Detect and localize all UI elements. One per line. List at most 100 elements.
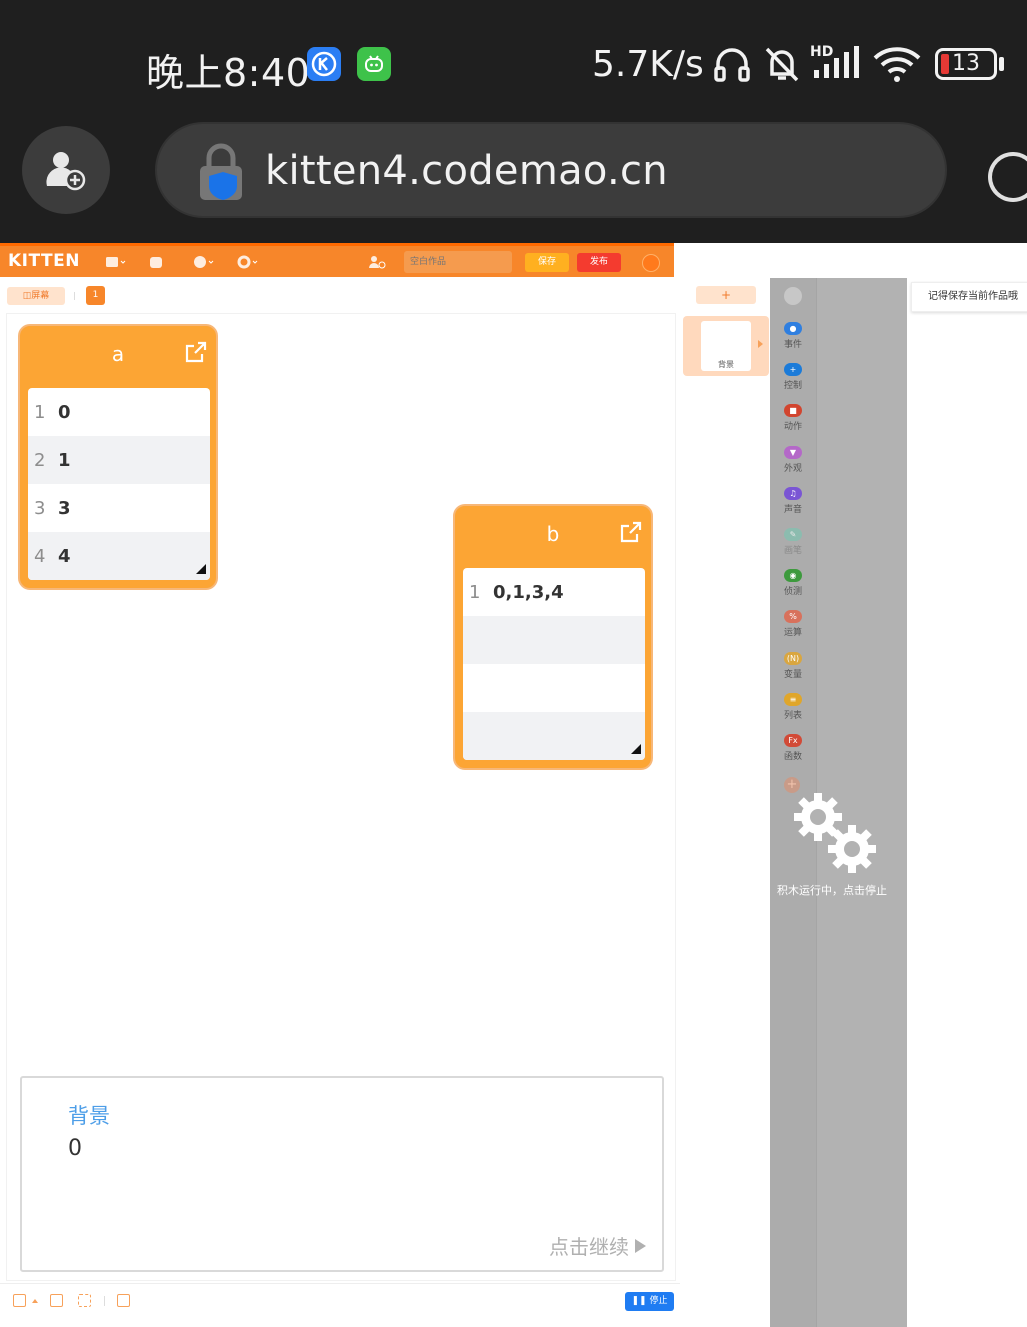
headphones-icon: [714, 48, 750, 82]
block-category[interactable]: ✎ 画笔: [770, 528, 816, 556]
mute-bell-icon: [765, 47, 799, 82]
backpack-icon[interactable]: [148, 255, 170, 269]
list-body: 1 0 21 33 44: [28, 388, 210, 580]
block-category[interactable]: ◉ 侦测: [770, 569, 816, 597]
publish-button[interactable]: 发布: [577, 253, 621, 272]
block-category[interactable]: Fx 函数: [770, 734, 816, 762]
list-row: 1 0,1,3,4: [463, 568, 645, 616]
block-category[interactable]: + 控制: [770, 363, 816, 391]
add-user-icon: [46, 152, 86, 191]
add-user-button[interactable]: [22, 126, 110, 214]
background-card[interactable]: 背景: [683, 316, 769, 376]
row-index: 3: [34, 497, 46, 519]
dialog-text: 0: [68, 1136, 82, 1161]
save-reminder-tooltip: 记得保存当前作品哦: [911, 282, 1027, 312]
row-index: 1: [469, 581, 481, 603]
category-icon: %: [784, 610, 802, 624]
secure-lock-icon: [200, 143, 242, 200]
dialog-speaker: 背景: [68, 1104, 110, 1128]
editor-toolbar: KITTEN 保存 发布: [0, 243, 674, 277]
block-category[interactable]: ♫ 声音: [770, 486, 816, 515]
category-icon: +: [784, 363, 802, 377]
background-label: 背景: [718, 360, 734, 369]
block-category[interactable]: ■ 动作: [770, 404, 816, 432]
export-icon[interactable]: [184, 340, 208, 364]
folder-menu-icon[interactable]: [105, 255, 127, 269]
dialog-box[interactable]: 背景 0 点击继续: [20, 1076, 664, 1272]
tab-divider: [74, 292, 75, 300]
category-icon: ●: [784, 322, 802, 335]
category-label: 侦测: [783, 587, 802, 598]
signal-icon: HD: [810, 44, 862, 82]
row-index: 2: [34, 449, 46, 471]
user-avatar[interactable]: [642, 254, 660, 272]
category-icon: Fx: [784, 734, 802, 747]
category-label: 运算: [783, 628, 802, 639]
continue-button[interactable]: 点击继续: [549, 1231, 646, 1260]
running-gears-icon[interactable]: [792, 791, 882, 881]
row-value: 0: [58, 401, 71, 423]
continue-label: 点击继续: [549, 1235, 629, 1259]
project-title-input[interactable]: [404, 251, 512, 273]
stop-button[interactable]: ❚❚ 停止: [625, 1292, 674, 1311]
list-row: 21: [28, 436, 210, 484]
list-row-empty: [463, 616, 645, 664]
list-widget-b[interactable]: b 1 0,1,3,4: [453, 504, 653, 770]
category-label: 动作: [783, 422, 802, 433]
list-row-empty: [463, 712, 645, 760]
category-label: 函数: [783, 752, 802, 762]
category-label: 控制: [783, 381, 802, 392]
category-label: 变量: [783, 669, 802, 680]
block-category[interactable]: ≡ 列表: [770, 692, 816, 721]
list-widget-a[interactable]: a 10 21 33 44: [18, 324, 218, 590]
url-text: kitten4.codemao.cn: [265, 148, 668, 194]
category-label: 画笔: [783, 546, 802, 556]
stage-bottom-bar: ❚❚ 停止: [0, 1283, 680, 1319]
right-panel: [907, 278, 1027, 1327]
add-background-button[interactable]: +: [696, 286, 756, 304]
block-category[interactable]: (N) 变量: [770, 651, 816, 680]
fullscreen-icon[interactable]: [78, 1294, 91, 1307]
android-status-and-browser-bar: 晚上8:40 5.7K/s HD 13 kitten4.codemao.cn: [0, 0, 1027, 243]
caret-up-icon[interactable]: [32, 1299, 38, 1303]
collaborator-icon[interactable]: [368, 255, 390, 269]
battery-level: 13: [952, 51, 980, 76]
address-bar[interactable]: kitten4.codemao.cn: [155, 122, 947, 218]
category-icon: ✎: [784, 528, 802, 541]
stage-canvas[interactable]: a 10 21 33 44 b 1 0,1,3,4 背景 0 点击继续: [6, 313, 676, 1281]
row-value: 3: [58, 497, 71, 519]
bar-divider: [104, 1296, 105, 1306]
screen-number-button[interactable]: 1: [86, 286, 105, 305]
list-row: 44: [28, 532, 210, 580]
category-label: 声音: [783, 504, 802, 515]
search-icon[interactable]: [784, 287, 802, 305]
save-button[interactable]: 保存: [525, 253, 569, 272]
export-icon[interactable]: [619, 520, 643, 544]
row-value: 0,1,3,4: [493, 581, 564, 603]
category-icon: ◉: [784, 569, 802, 583]
block-category[interactable]: ● 事件: [770, 322, 816, 350]
kugou-notification-icon: [307, 47, 341, 81]
hd-label: HD: [810, 44, 834, 60]
network-speed: 5.7K/s: [592, 44, 704, 85]
list-body: 1 0,1,3,4: [463, 568, 645, 760]
category-label: 列表: [783, 710, 802, 721]
grid-icon[interactable]: [50, 1294, 63, 1307]
status-time: 晚上8:40: [146, 51, 311, 95]
stage-tabs: ◫屏幕 1: [0, 281, 674, 311]
screen-tab[interactable]: ◫屏幕: [7, 287, 65, 305]
resize-handle[interactable]: [631, 744, 641, 754]
settings-menu-icon[interactable]: [237, 255, 259, 269]
help-menu-icon[interactable]: [193, 255, 215, 269]
play-triangle-icon: [635, 1238, 646, 1253]
running-status-text[interactable]: 积木运行中，点击停止: [777, 882, 887, 898]
device-toggle-icon[interactable]: [13, 1294, 26, 1307]
block-category[interactable]: % 运算: [770, 610, 816, 638]
reload-button[interactable]: [988, 152, 1027, 202]
chevron-right-icon: [758, 340, 763, 348]
block-category[interactable]: ▼ 外观: [770, 445, 816, 474]
play-screen-icon[interactable]: [117, 1294, 130, 1307]
category-label: 外观: [783, 463, 802, 474]
row-value: 1: [58, 449, 71, 471]
resize-handle[interactable]: [196, 564, 206, 574]
